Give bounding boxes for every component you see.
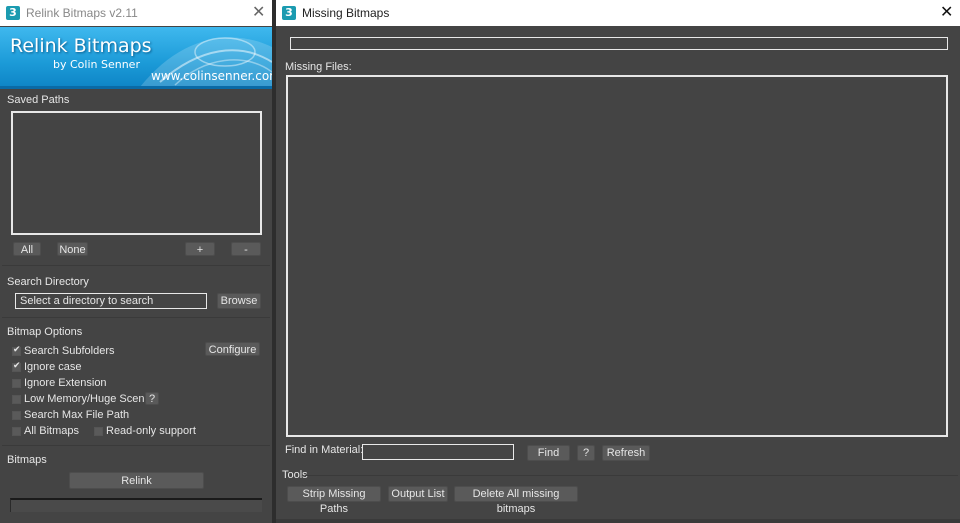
checkbox[interactable] — [12, 345, 21, 356]
search-directory-input[interactable]: Select a directory to search — [15, 293, 207, 309]
select-none-button[interactable]: None — [57, 242, 88, 256]
find-button[interactable]: Find — [527, 445, 570, 461]
refresh-button[interactable]: Refresh — [602, 445, 650, 461]
right-window-bottom-border — [276, 519, 960, 523]
option-search-max-file-path[interactable]: Search Max File Path — [12, 409, 129, 421]
option-label: Ignore Extension — [24, 377, 107, 389]
option-read-only-support[interactable]: Read-only support — [94, 425, 196, 437]
option-label: All Bitmaps — [24, 425, 80, 437]
find-help-button[interactable]: ? — [577, 445, 595, 461]
checkbox[interactable] — [12, 378, 21, 388]
banner-title: Relink Bitmaps — [10, 35, 152, 57]
window-separator — [272, 0, 276, 523]
configure-button[interactable]: Configure — [205, 342, 260, 356]
option-label: Ignore case — [24, 361, 82, 373]
top-progress-bar — [290, 37, 948, 50]
option-label: Search Max File Path — [24, 409, 130, 421]
saved-paths-header: Saved Paths — [7, 94, 70, 106]
option-search-subfolders[interactable]: Search Subfolders — [12, 345, 115, 357]
banner-byline: by Colin Senner — [53, 58, 140, 71]
checkbox[interactable] — [12, 410, 21, 420]
option-label: Read-only support — [106, 425, 196, 437]
find-in-material-input[interactable] — [362, 444, 514, 460]
option-all-bitmaps[interactable]: All Bitmaps — [12, 425, 79, 437]
missing-files-label: Missing Files: — [285, 61, 352, 73]
option-low-memory[interactable]: Low Memory/Huge Scene — [12, 393, 151, 405]
option-ignore-case[interactable]: Ignore case — [12, 361, 81, 373]
left-window-titlebar: 3 Relink Bitmaps v2.11 ✕ — [0, 0, 272, 26]
add-path-button[interactable]: + — [185, 242, 215, 256]
checkbox[interactable] — [94, 426, 103, 436]
banner-url: www.colinsenner.com — [151, 69, 272, 83]
checkbox[interactable] — [12, 394, 21, 404]
close-icon[interactable]: ✕ — [940, 4, 953, 20]
output-list-button[interactable]: Output List — [388, 486, 448, 502]
banner: Relink Bitmaps by Colin Senner www.colin… — [0, 27, 272, 89]
low-memory-help-button[interactable]: ? — [145, 392, 159, 405]
3ds-max-icon: 3 — [6, 6, 20, 20]
bitmap-options-header: Bitmap Options — [7, 326, 83, 338]
progress-bar — [10, 498, 262, 512]
remove-path-button[interactable]: - — [231, 242, 261, 256]
delete-all-missing-button[interactable]: Delete All missing bitmaps — [454, 486, 578, 515]
tools-divider — [305, 475, 958, 476]
option-label: Low Memory/Huge Scene — [24, 393, 151, 405]
tools-header: Tools — [282, 469, 308, 481]
left-window-title: Relink Bitmaps v2.11 — [26, 6, 138, 20]
checkbox[interactable] — [12, 361, 21, 372]
checkbox[interactable] — [12, 426, 21, 436]
strip-missing-paths-button[interactable]: Strip Missing Paths — [287, 486, 381, 515]
bitmaps-header: Bitmaps — [7, 454, 47, 466]
saved-paths-list[interactable] — [11, 111, 262, 235]
browse-button[interactable]: Browse — [217, 293, 261, 309]
close-icon[interactable]: ✕ — [252, 4, 265, 20]
right-window-title: Missing Bitmaps — [302, 6, 390, 20]
option-ignore-extension[interactable]: Ignore Extension — [12, 377, 107, 389]
option-label: Search Subfolders — [24, 345, 115, 357]
left-divider-1 — [2, 265, 270, 266]
relink-button[interactable]: Relink — [69, 472, 204, 489]
select-all-button[interactable]: All — [13, 242, 41, 256]
3ds-max-icon: 3 — [282, 6, 296, 20]
missing-files-list[interactable] — [286, 75, 948, 437]
left-divider-3 — [2, 445, 270, 446]
right-window-titlebar: 3 Missing Bitmaps ✕ — [276, 0, 960, 26]
search-directory-header: Search Directory — [7, 276, 89, 288]
left-divider-2 — [2, 317, 270, 318]
find-in-material-label: Find in Material: — [285, 444, 364, 456]
